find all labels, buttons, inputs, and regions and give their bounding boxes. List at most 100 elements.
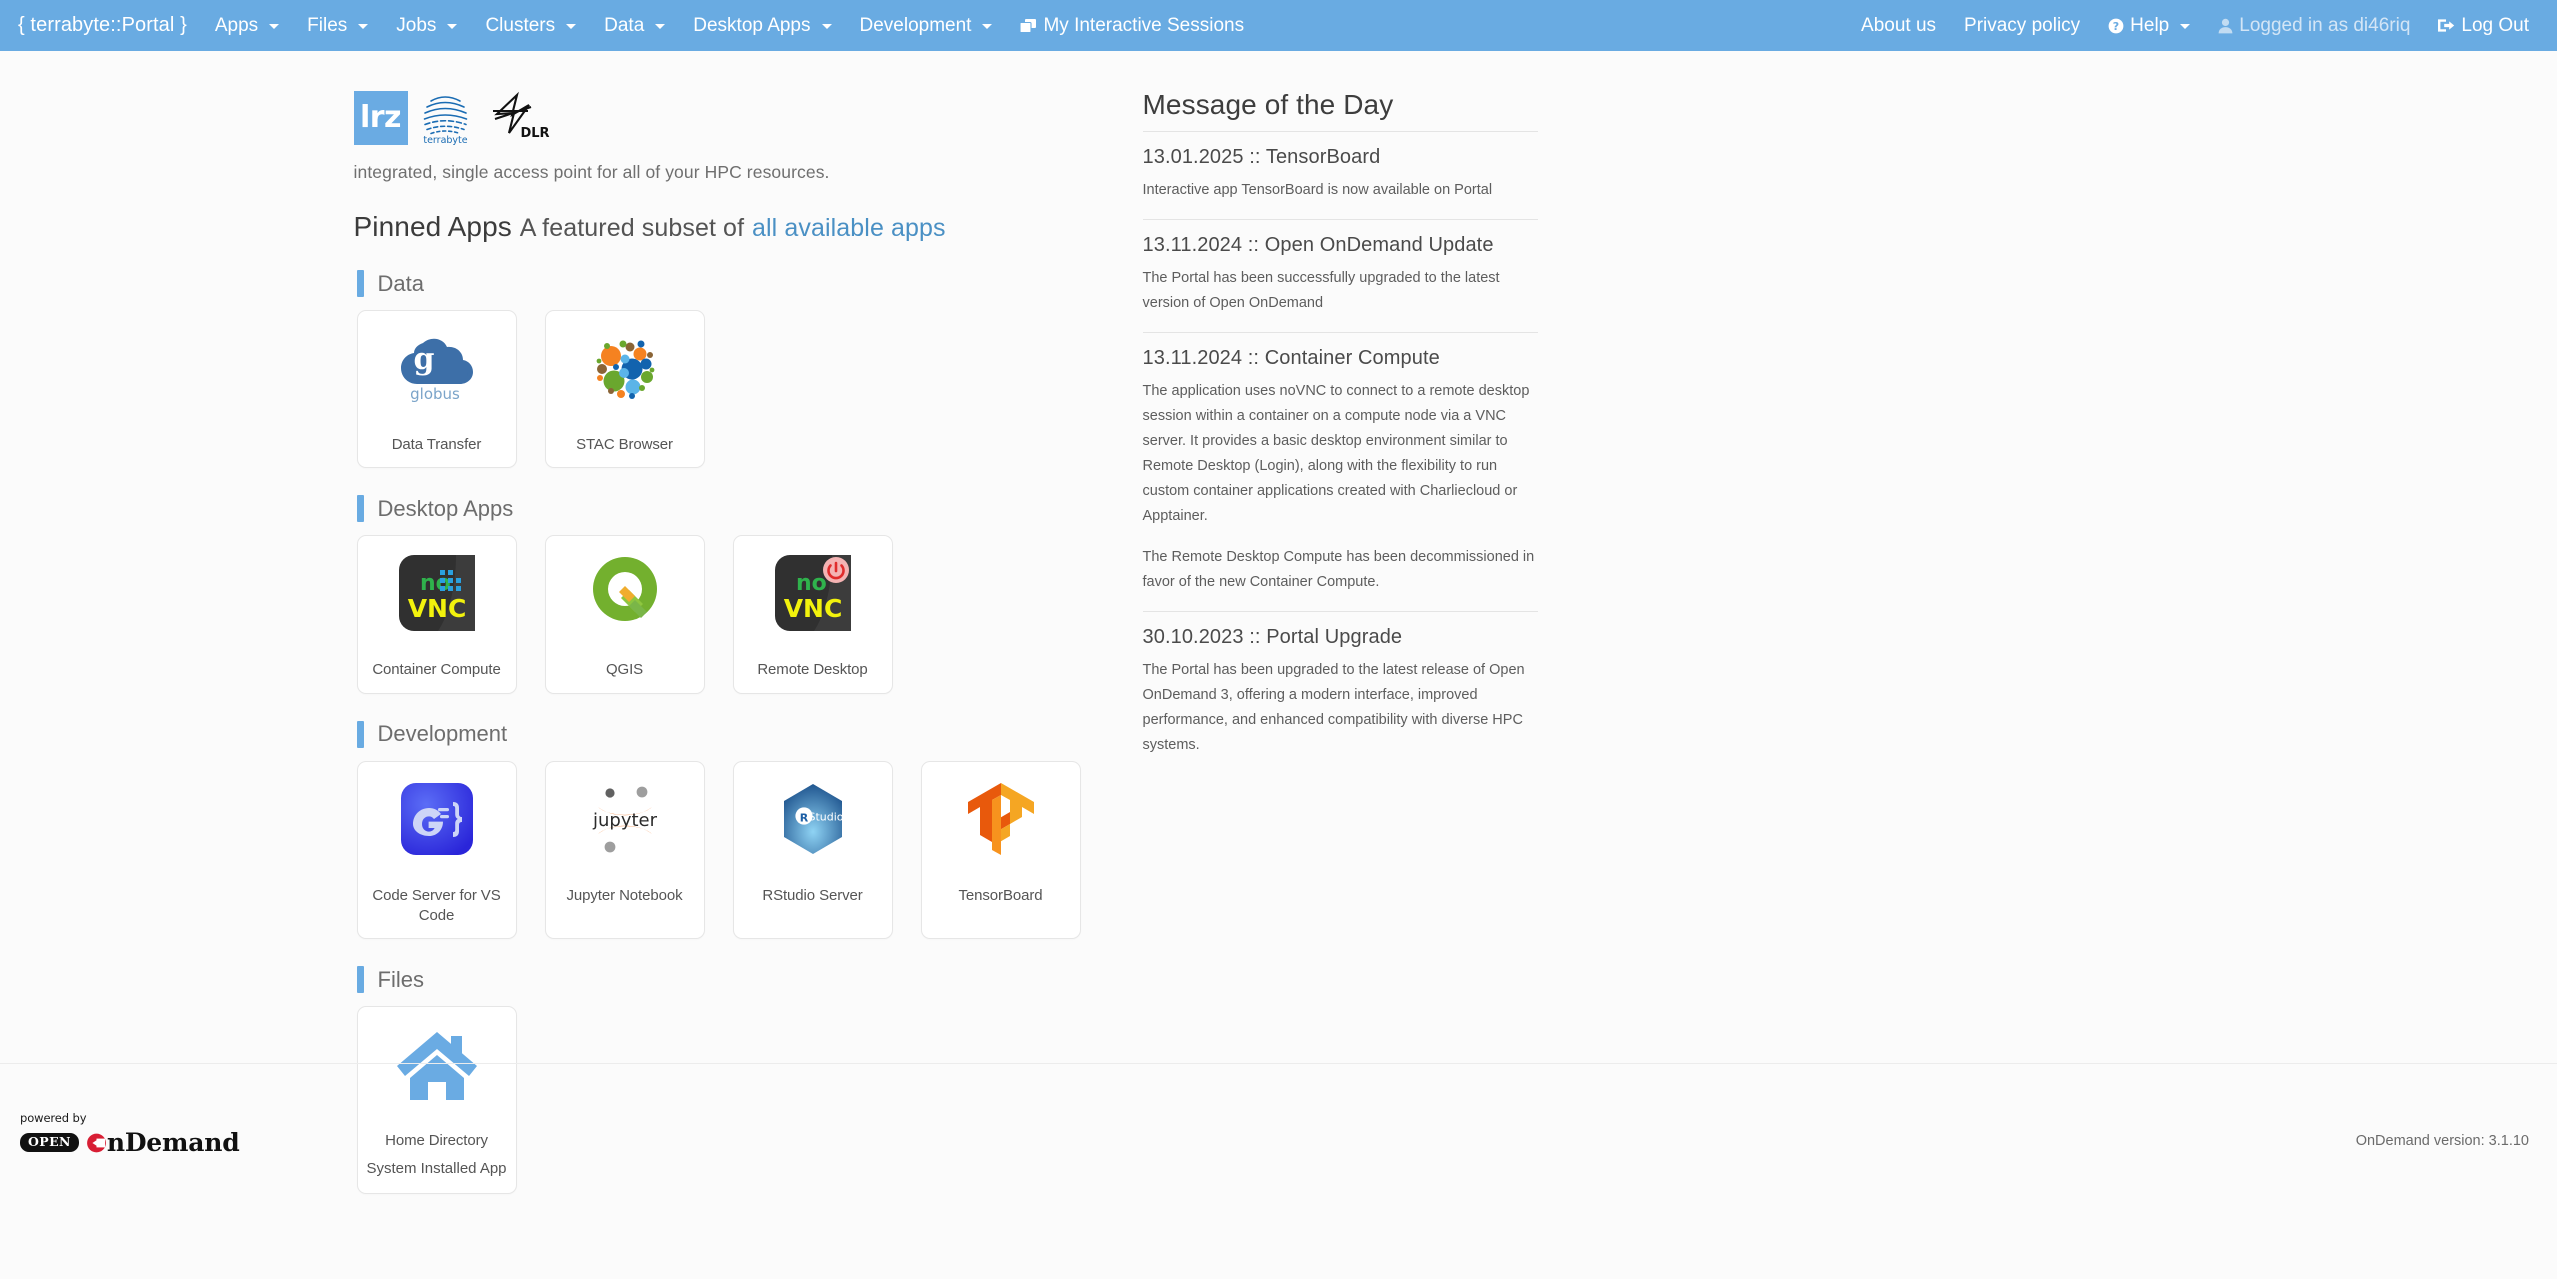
- motd-item-paragraph: Interactive app TensorBoard is now avail…: [1142, 182, 1493, 198]
- nav-item-clusters[interactable]: Clusters: [471, 9, 590, 43]
- chevron-down-icon: [447, 24, 458, 29]
- top-navbar: { terrabyte::Portal } Apps Files Jobs Cl…: [0, 0, 2557, 51]
- svg-text:no: no: [420, 571, 451, 596]
- nav-item-development[interactable]: Development: [846, 9, 1007, 43]
- pinned-apps-heading: Pinned Apps: [353, 211, 512, 242]
- app-card-jupyter-notebook[interactable]: jupyter Jupyter Notebook: [544, 760, 705, 939]
- question-circle-icon: ?: [2108, 18, 2124, 34]
- app-card-stac-browser[interactable]: STAC Browser: [544, 310, 705, 469]
- nav-item-label: Data: [604, 14, 645, 36]
- motd-item-heading: 13.11.2024 :: Container Compute: [1142, 346, 1440, 369]
- app-card-data-transfer[interactable]: g globus Data Transfer: [356, 310, 517, 469]
- app-row-data: g globus Data Transfer STAC Browser: [354, 310, 1087, 469]
- motd-item-heading: 30.10.2023 :: Portal Upgrade: [1142, 626, 1403, 649]
- dlr-logo: DLR: [483, 89, 551, 145]
- app-card-qgis[interactable]: QGIS: [544, 535, 705, 694]
- navbar-left-group: { terrabyte::Portal } Apps Files Jobs Cl…: [10, 9, 1258, 43]
- ondemand-version: OnDemand version: 3.1.10: [2355, 1133, 2529, 1150]
- nav-item-label: Desktop Apps: [693, 14, 811, 36]
- nav-item-label: Jobs: [396, 14, 437, 36]
- app-card-title: Code Server for VS Code: [372, 886, 501, 924]
- app-card-title: TensorBoard: [958, 886, 1043, 904]
- nav-item-data[interactable]: Data: [590, 9, 679, 43]
- novnc-power-icon: no VNC: [770, 550, 856, 636]
- ondemand-o-glyph: [86, 1133, 106, 1153]
- chevron-down-icon: [269, 24, 280, 29]
- app-card-rstudio-server[interactable]: R Studio RStudio Server: [732, 760, 893, 939]
- app-row-desktop-apps: no VNC Container Compute QGIS no VNC Rem…: [354, 535, 1087, 694]
- nav-item-label: Apps: [214, 14, 259, 36]
- app-card-title: Data Transfer: [391, 436, 482, 453]
- category-label: Data: [377, 270, 424, 296]
- all-available-apps-link[interactable]: all available apps: [752, 214, 946, 242]
- motd-item-paragraph: The Portal has been upgraded to the late…: [1142, 662, 1525, 754]
- nav-item-help[interactable]: ? Help: [2094, 9, 2204, 43]
- tagline: integrated, single access point for all …: [353, 162, 830, 182]
- app-card-container-compute[interactable]: no VNC Container Compute: [356, 535, 517, 694]
- motd-item-paragraph: The application uses noVNC to connect to…: [1142, 382, 1530, 524]
- chevron-down-icon: [982, 24, 993, 29]
- app-card-remote-desktop[interactable]: no VNC Remote Desktop: [732, 535, 893, 694]
- lrz-logo-text: lrz: [359, 100, 402, 135]
- app-card-title: Jupyter Notebook: [566, 886, 683, 904]
- qgis-icon: [582, 550, 668, 636]
- nav-item-apps[interactable]: Apps: [201, 9, 293, 43]
- chevron-down-icon: [566, 24, 577, 29]
- app-card-title: STAC Browser: [576, 436, 673, 453]
- svg-text:VNC: VNC: [407, 594, 466, 623]
- motd-title: Message of the Day: [1142, 89, 1394, 120]
- svg-text:globus: globus: [410, 385, 460, 403]
- nav-item-privacy-policy[interactable]: Privacy policy: [1950, 9, 2094, 43]
- app-card-title: Container Compute: [372, 661, 501, 679]
- terrabyte-logo-text: terrabyte: [423, 135, 467, 145]
- svg-text:Studio: Studio: [808, 810, 843, 823]
- chevron-down-icon: [358, 24, 369, 29]
- nav-item-about-us[interactable]: About us: [1847, 9, 1950, 43]
- dlr-logo-text: DLR: [520, 126, 549, 141]
- content-container: lrz terrabyte DLR integrated, single acc…: [339, 51, 2219, 1195]
- app-card-title: RStudio Server: [762, 886, 863, 904]
- motd-item: 30.10.2023 :: Portal Upgrade The Portal …: [1142, 611, 1538, 774]
- svg-text:no: no: [796, 571, 827, 596]
- nav-item-log-out[interactable]: Log Out: [2424, 9, 2543, 43]
- nav-item-logged-in-user: Logged in as di46riq: [2204, 9, 2424, 43]
- jupyter-icon: jupyter: [582, 776, 668, 862]
- nav-item-label: Clusters: [485, 14, 556, 36]
- motd-column: Message of the Day 13.01.2025 :: TensorB…: [1142, 89, 1538, 1194]
- globus-icon: g globus: [394, 325, 480, 411]
- nav-item-label: Log Out: [2461, 14, 2529, 36]
- motd-item-paragraph: The Portal has been successfully upgrade…: [1142, 269, 1500, 311]
- nav-item-label: My Interactive Sessions: [1043, 14, 1245, 36]
- tensorflow-icon: [958, 776, 1044, 862]
- pinned-apps-subheading: A featured subset of: [519, 214, 745, 242]
- navbar-right-group: About us Privacy policy ? Help Logged in…: [1847, 9, 2543, 43]
- nav-item-label: Help: [2130, 14, 2170, 36]
- ondemand-word-text: nDemand: [106, 1128, 240, 1158]
- category-accent-bar: [356, 270, 364, 297]
- nav-item-label: Logged in as di46riq: [2239, 14, 2411, 36]
- nav-item-desktop-apps[interactable]: Desktop Apps: [679, 9, 845, 43]
- nav-item-files[interactable]: Files: [293, 9, 382, 43]
- page-title: Pinned Apps A featured subset of all ava…: [354, 211, 1087, 243]
- category-label: Desktop Apps: [377, 495, 514, 521]
- chevron-down-icon: [655, 24, 666, 29]
- svg-text:jupyter: jupyter: [591, 810, 657, 831]
- nav-item-label: Files: [307, 14, 348, 36]
- nav-item-my-interactive-sessions[interactable]: My Interactive Sessions: [1006, 9, 1258, 43]
- category-header-files: Files: [354, 966, 1087, 993]
- nav-item-jobs[interactable]: Jobs: [382, 9, 471, 43]
- ondemand-wordmark: nDemand: [86, 1130, 240, 1155]
- app-card-code-server-for-vs-code[interactable]: Code Server for VS Code: [356, 760, 517, 939]
- category-header-desktop-apps: Desktop Apps: [354, 495, 1087, 523]
- category-accent-bar: [356, 966, 364, 993]
- app-card-tensorboard[interactable]: TensorBoard: [920, 760, 1081, 939]
- brand-title[interactable]: { terrabyte::Portal }: [10, 14, 201, 37]
- motd-item-paragraph: The Remote Desktop Compute has been deco…: [1142, 549, 1535, 591]
- app-row-development: Code Server for VS Code jupyter Jupyter …: [354, 760, 1087, 939]
- category-header-development: Development: [354, 720, 1087, 748]
- svg-text:R: R: [799, 811, 808, 824]
- page-footer: powered by OPEN nDemand OnDemand version…: [0, 1063, 2557, 1194]
- chevron-down-icon: [2180, 24, 2191, 29]
- svg-text:VNC: VNC: [783, 594, 842, 623]
- motd-item: 13.11.2024 :: Container Compute The appl…: [1142, 331, 1538, 612]
